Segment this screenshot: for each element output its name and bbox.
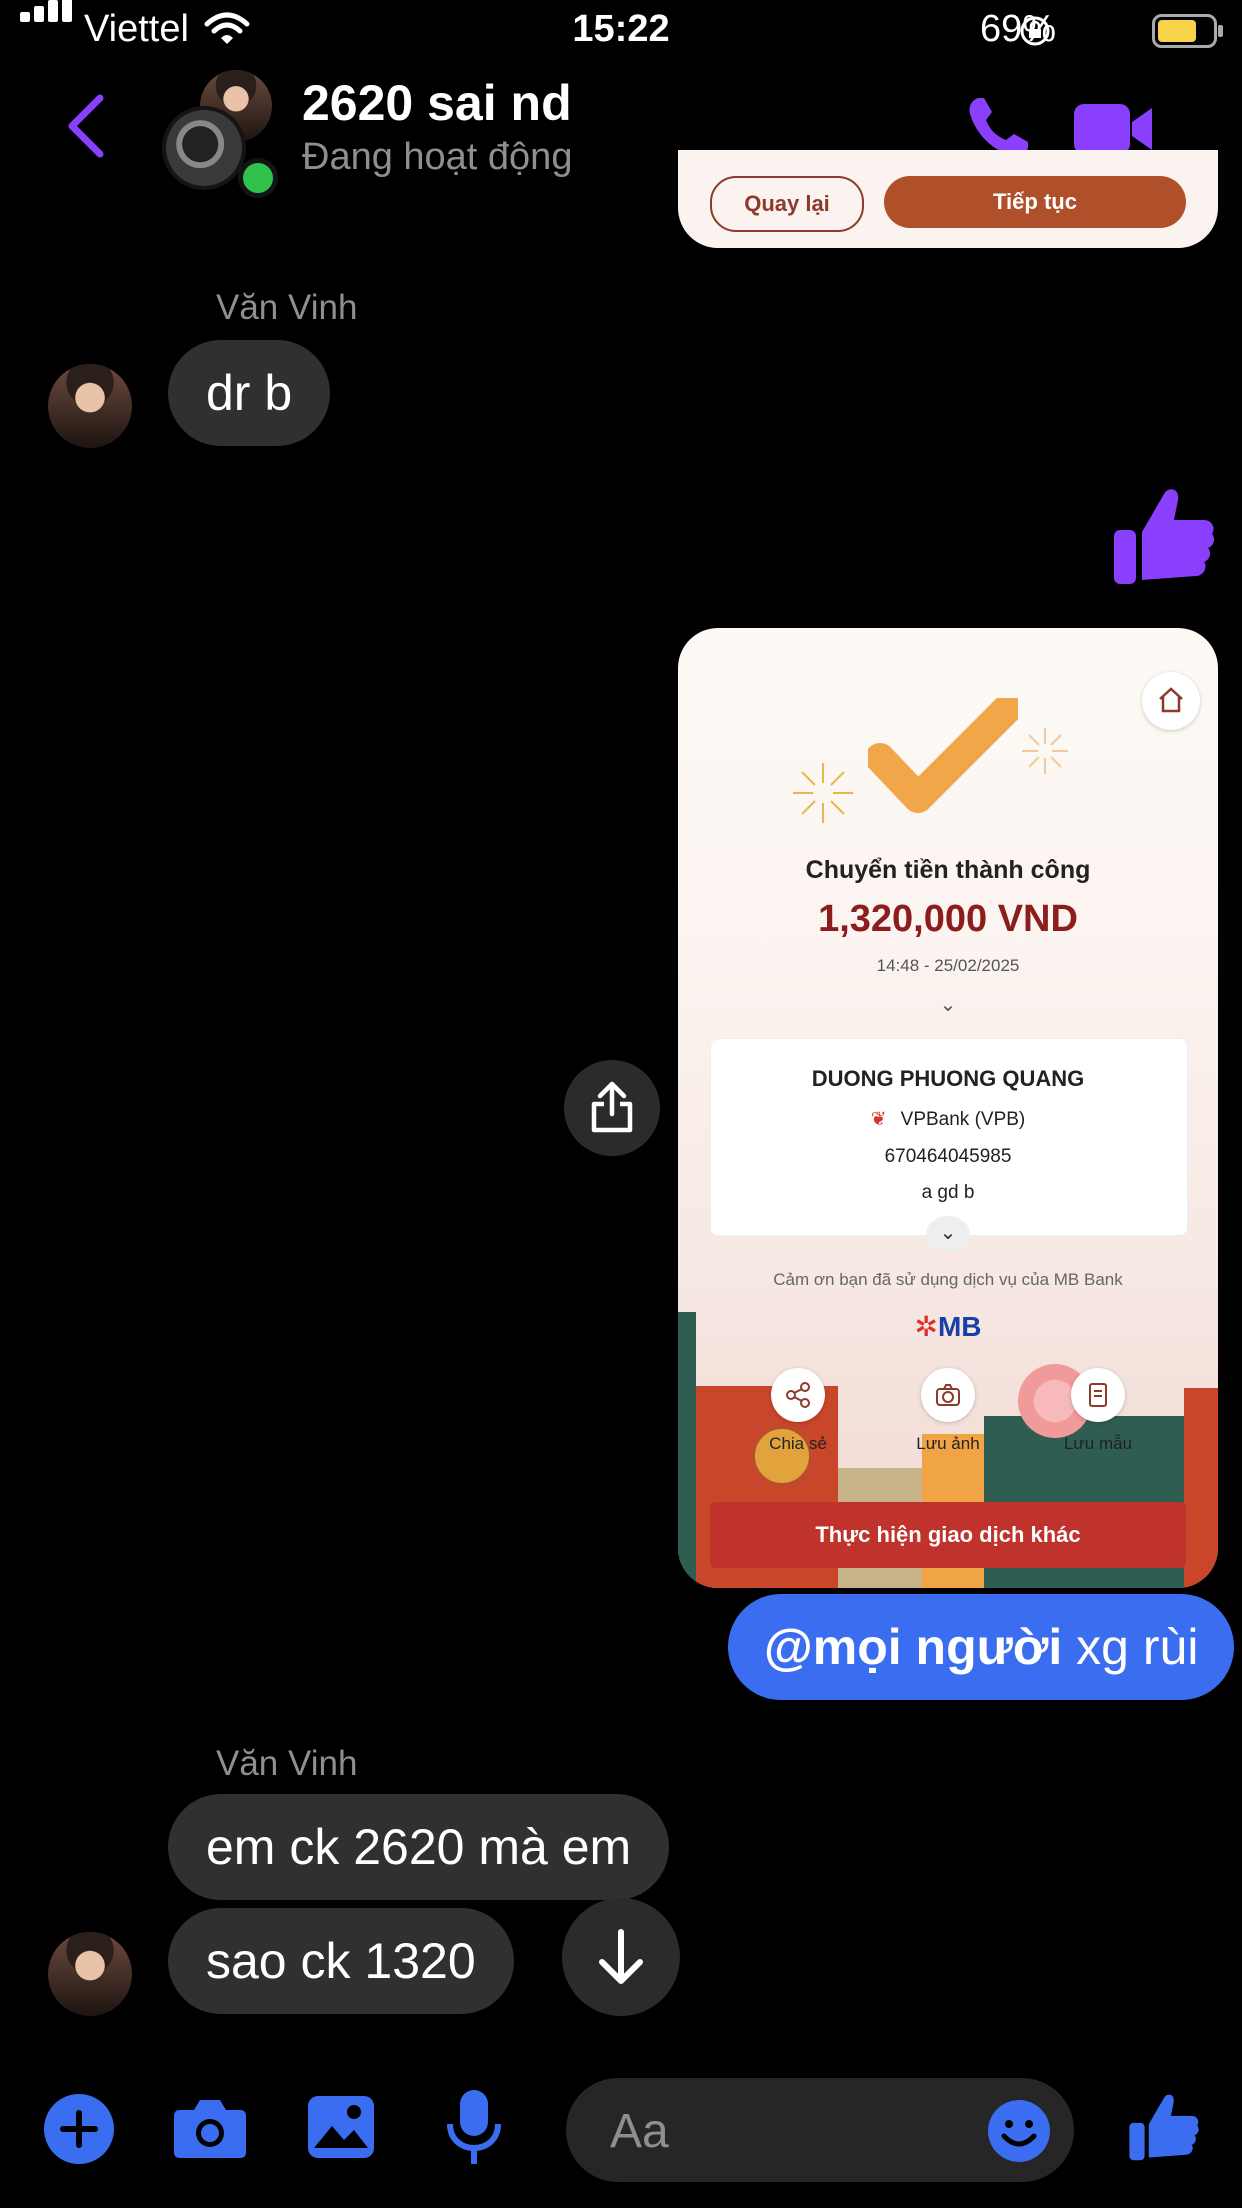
presence-status: Đang hoạt động xyxy=(302,136,573,178)
message-bubble[interactable]: sao ck 1320 xyxy=(168,1908,514,2014)
recipient-account: 670464045985 xyxy=(884,1146,1012,1167)
plus-icon xyxy=(60,2110,98,2148)
recipient-name: DUONG PHUONG QUANG xyxy=(811,1066,1085,1091)
emoji-icon[interactable] xyxy=(986,2098,1052,2164)
save-image-action: Lưu ảnh xyxy=(888,1368,1008,1454)
gallery-icon[interactable] xyxy=(306,2094,376,2160)
like-icon[interactable] xyxy=(1128,2090,1200,2164)
other-transaction-button: Thực hiện giao dịch khác xyxy=(710,1502,1186,1568)
back-icon[interactable] xyxy=(66,94,106,158)
sender-avatar[interactable] xyxy=(48,364,132,448)
thanks-text: Cảm ơn bạn đã sử dụng dịch vụ của MB Ban… xyxy=(773,1270,1123,1289)
bank-name: VPBank (VPB) xyxy=(900,1109,1026,1130)
online-dot xyxy=(238,158,278,198)
save-template-label: Lưu mẫu xyxy=(1063,1434,1133,1453)
collapse-chevron-icon: ⌄ xyxy=(926,1216,970,1252)
continue-button[interactable]: Tiếp tục xyxy=(884,176,1186,228)
template-icon xyxy=(1089,1383,1107,1407)
plus-button[interactable] xyxy=(44,2094,114,2164)
receipt-title: Chuyển tiền thành công xyxy=(805,856,1091,884)
decoration xyxy=(1184,1388,1218,1588)
mention[interactable]: @mọi người xyxy=(764,1619,1062,1675)
group-avatar[interactable] xyxy=(162,70,278,198)
status-bar: Viettel 15:22 69% xyxy=(0,0,1242,62)
mb-logo: ✲MB xyxy=(678,1310,1218,1343)
chat-title[interactable]: 2620 sai nd xyxy=(302,74,572,132)
message-bubble[interactable]: em ck 2620 mà em xyxy=(168,1794,670,1900)
scroll-to-bottom-button[interactable] xyxy=(562,1898,680,2016)
member-avatar-2 xyxy=(162,106,246,190)
share-icon xyxy=(591,1081,633,1133)
my-message-bubble[interactable]: @mọi người xg rùi xyxy=(728,1594,1235,1700)
mb-star-icon: ✲ xyxy=(914,1311,938,1342)
save-image-label: Lưu ảnh xyxy=(916,1434,980,1453)
vpbank-logo-icon: ❦ xyxy=(870,1109,887,1130)
transfer-note: a gd b xyxy=(921,1182,975,1203)
microphone-icon[interactable] xyxy=(446,2088,502,2166)
recipient-bank: ❦ VPBank (VPB) xyxy=(678,1108,1218,1131)
save-template-action: Lưu mẫu xyxy=(1038,1368,1158,1454)
thumbs-up-icon[interactable] xyxy=(1112,484,1216,588)
firework-icon xyxy=(793,763,853,823)
camera-icon xyxy=(936,1384,960,1406)
share-nodes-icon xyxy=(786,1382,810,1408)
battery-percent: 69% xyxy=(979,8,1056,50)
sender-name: Văn Vinh xyxy=(216,1744,358,1783)
expand-chevron-icon: ⌄ xyxy=(939,994,957,1016)
camera-icon[interactable] xyxy=(172,2096,248,2160)
message-input[interactable]: Aa xyxy=(566,2078,1074,2182)
brand-label: MB xyxy=(937,1311,982,1342)
home-icon xyxy=(1142,672,1200,730)
transfer-receipt-image[interactable]: Chuyển tiền thành công 1,320,000 VND 14:… xyxy=(678,628,1218,1588)
sender-name: Văn Vinh xyxy=(216,288,358,327)
previous-card: Quay lại Tiếp tục xyxy=(678,150,1218,248)
receipt-amount: 1,320,000 VND xyxy=(818,898,1078,940)
message-bubble[interactable]: dr b xyxy=(168,340,331,446)
battery-icon xyxy=(1152,14,1223,48)
arrow-down-icon xyxy=(599,1929,643,1984)
receipt-datetime: 14:48 - 25/02/2025 xyxy=(876,956,1020,975)
decoration xyxy=(678,1312,696,1588)
success-check-icon xyxy=(868,698,1018,813)
input-placeholder: Aa xyxy=(610,2105,669,2158)
composer-bar: Aa xyxy=(0,2052,1242,2208)
back-button[interactable]: Quay lại xyxy=(710,176,864,232)
sender-avatar[interactable] xyxy=(48,1932,132,2016)
share-action-label: Chia sẻ xyxy=(769,1434,827,1453)
message-text: xg rùi xyxy=(1062,1619,1199,1675)
share-action: Chia sẻ xyxy=(738,1368,858,1454)
firework-icon xyxy=(1022,728,1068,774)
share-button[interactable] xyxy=(564,1060,660,1156)
